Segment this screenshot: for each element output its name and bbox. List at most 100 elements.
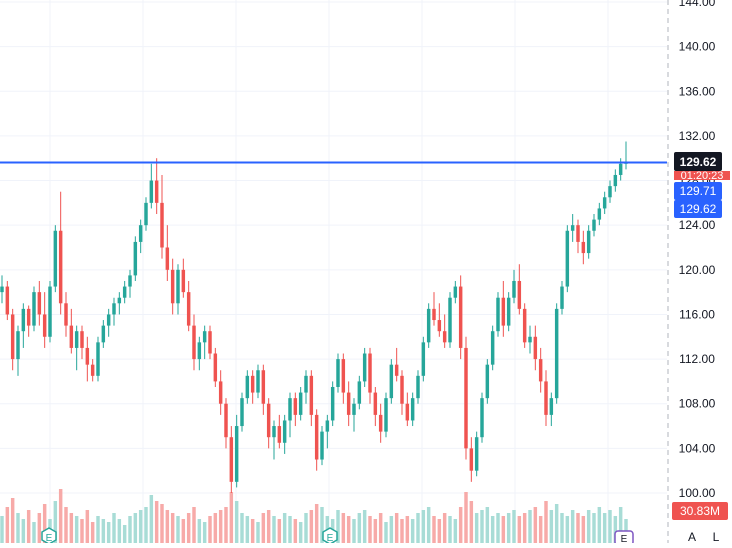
candle (245, 370, 250, 404)
candle (240, 392, 244, 432)
volume-bar (298, 522, 303, 543)
candle-body (144, 202, 148, 226)
candlestick-chart[interactable]: 144.00 140.00 136.00 132.00 128.00 124.00 120.… (0, 0, 732, 546)
volume-bar (234, 501, 239, 543)
candle (554, 303, 559, 404)
candle-body (341, 359, 346, 393)
volume-bar (170, 513, 175, 543)
candle (112, 297, 116, 326)
candle-body (533, 336, 538, 360)
candle (544, 370, 548, 427)
candle-body (410, 398, 415, 421)
volume-bar (592, 513, 596, 543)
candle (480, 392, 484, 443)
earnings-marker[interactable]: E (322, 527, 338, 545)
candle-body (298, 392, 303, 415)
candle (330, 381, 335, 427)
candle (597, 202, 602, 226)
candle-body (394, 364, 399, 376)
candle (389, 359, 394, 404)
volume-bar (373, 519, 378, 543)
candle-body (10, 314, 15, 360)
candle-body (442, 331, 447, 343)
candle-body (496, 297, 500, 332)
volume-bar (570, 510, 575, 543)
candle-body (362, 353, 367, 382)
candle (352, 398, 356, 432)
auto-scale-button[interactable]: A (688, 530, 696, 544)
earnings-marker[interactable]: E (41, 527, 57, 545)
candle-body (602, 197, 607, 209)
candle-body (384, 398, 388, 432)
candle-body (160, 202, 164, 248)
candle (192, 314, 196, 371)
candle-body (149, 180, 154, 203)
candle (517, 264, 522, 315)
log-scale-button[interactable]: L (713, 530, 720, 544)
chart-canvas[interactable]: 144.00140.00136.00132.00128.00124.00120.… (0, 0, 732, 546)
volume-bar (74, 516, 79, 543)
candle-body (256, 370, 260, 393)
candle-body (106, 314, 111, 326)
volume-bar (362, 510, 367, 543)
candle (464, 336, 468, 460)
volume-bar (128, 516, 132, 543)
candle-body (112, 303, 116, 315)
tick-label: 104.00 (679, 441, 716, 455)
candles (0, 141, 628, 493)
candle (170, 258, 175, 315)
volume-bar (293, 519, 298, 543)
candle (277, 414, 282, 449)
candle (533, 325, 538, 371)
candle (346, 381, 351, 427)
candle (288, 392, 292, 438)
candle (368, 347, 372, 404)
tick-label: 120.00 (679, 263, 716, 277)
volume-bar (160, 504, 164, 543)
candle (64, 292, 68, 337)
volume-bar (266, 510, 271, 543)
candle-body (277, 426, 282, 443)
candle (613, 169, 618, 192)
candle-body (426, 308, 431, 343)
volume-bar (224, 507, 228, 543)
bid-price-text: 129.62 (680, 202, 717, 216)
candle (80, 325, 84, 360)
price-axis[interactable]: 144.00140.00136.00132.00128.00124.00120.… (679, 0, 716, 500)
candle (410, 392, 415, 427)
candle (48, 280, 52, 343)
candle-body (26, 308, 31, 326)
candle-body (293, 398, 298, 415)
candle-body (576, 225, 580, 242)
candle (160, 174, 164, 259)
candle-body (229, 437, 234, 482)
candle (581, 230, 586, 265)
volume-bar (437, 519, 442, 543)
candle-body (416, 375, 420, 399)
candle-body (117, 297, 122, 304)
candle (5, 280, 10, 321)
volume-bar (186, 513, 191, 543)
earnings-marker[interactable]: E (614, 530, 634, 546)
volume-bar (10, 498, 15, 543)
candle-body (346, 392, 351, 415)
volume-text: 30.83M (680, 504, 720, 518)
volume-bar (565, 516, 570, 543)
candle-body (282, 420, 287, 443)
candle (298, 386, 303, 421)
candle-body (490, 331, 495, 365)
volume-bar (384, 522, 388, 543)
volume-bar (400, 519, 404, 543)
volume-bar (517, 516, 522, 543)
volume-bar (229, 492, 234, 543)
candle-body (176, 269, 180, 304)
candle-body (501, 297, 506, 326)
candle-body (336, 359, 340, 387)
candle (405, 392, 410, 427)
volume-label: 30.83M (672, 502, 728, 520)
candle-body (522, 308, 527, 343)
candle-body (213, 353, 218, 382)
last-price-text: 129.62 (680, 155, 717, 169)
countdown-text: 01:20:23 (681, 170, 724, 182)
candle (138, 219, 143, 254)
